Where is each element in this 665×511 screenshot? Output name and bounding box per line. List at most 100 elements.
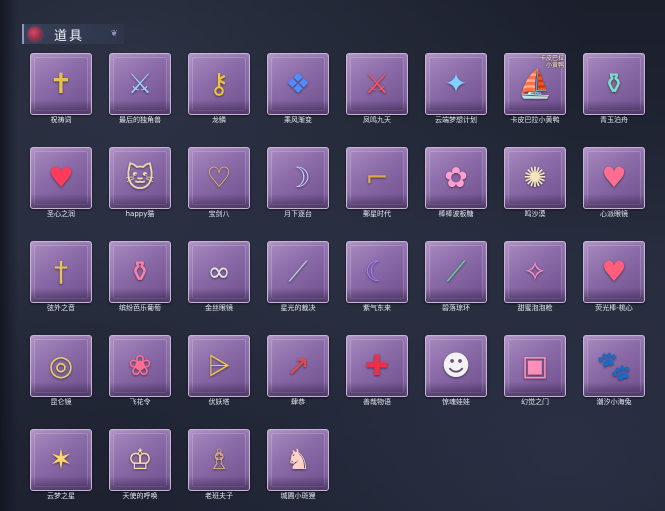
pink-candy-wand-icon: ✿ [444, 161, 468, 194]
item-slot[interactable]: ✿ 棒棒波板糖 [425, 147, 487, 219]
item-slot[interactable]: ⩥ 伏妖塔 [188, 335, 250, 407]
golden-heart-frame-icon: ♡ [206, 161, 232, 194]
item-slot[interactable]: ⚱ 青玉泊舟 [583, 53, 645, 125]
item-card[interactable]: 🐾 [583, 335, 645, 397]
item-card[interactable]: ♥ [583, 241, 645, 303]
item-slot[interactable]: ↗ 肆恭 [267, 335, 329, 407]
item-label: 宝剑八 [208, 210, 230, 218]
item-slot[interactable]: ⚱ 缤纷芭乐葡萄 [109, 241, 171, 313]
item-card[interactable]: ♥ [30, 147, 92, 209]
ruby-heart-scepter-icon: ♥ [48, 161, 74, 194]
blue-winged-relic-icon: ❖ [285, 67, 311, 100]
item-card[interactable]: ✶ [30, 429, 92, 491]
item-label: 紫气东来 [363, 304, 391, 312]
item-card[interactable]: ☽ [267, 147, 329, 209]
item-slot[interactable]: ❀ 飞花令 [109, 335, 171, 407]
jade-staff-icon: ⟋ [446, 255, 466, 288]
item-card[interactable]: ♡ [188, 147, 250, 209]
item-card[interactable]: ⚱ [109, 241, 171, 303]
item-label: 善哉物语 [363, 398, 391, 406]
item-slot[interactable]: ▣ 幻觉之门 [504, 335, 566, 407]
item-slot[interactable]: 🐾 潮汐小海兔 [583, 335, 645, 407]
item-slot[interactable]: ✚ 善哉物语 [346, 335, 408, 407]
item-slot[interactable]: ⚷ 龙鳞 [188, 53, 250, 125]
item-card[interactable]: ✦ [425, 53, 487, 115]
item-label: 乘风渐变 [284, 116, 312, 124]
item-card[interactable]: ♗ [188, 429, 250, 491]
item-slot[interactable]: ♥ 圣心之润 [30, 147, 92, 219]
item-slot[interactable]: ♗ 老班夫子 [188, 429, 250, 501]
item-card[interactable]: ❖ [267, 53, 329, 115]
item-card[interactable]: ✿ [425, 147, 487, 209]
item-slot[interactable]: ♞ 城圃小斑狸 [267, 429, 329, 501]
item-card[interactable]: ☻ [425, 335, 487, 397]
item-slot[interactable]: ✦ 云端梦想计划 [425, 53, 487, 125]
item-card[interactable]: ☾ [346, 241, 408, 303]
gold-rim-glasses-icon: ∞ [207, 255, 231, 288]
cat-figurine-icon: 🐱 [125, 161, 155, 194]
item-slot[interactable]: ✺ 鸣沙漠 [504, 147, 566, 219]
item-slot[interactable]: ⚔ 最后的独角兽 [109, 53, 171, 125]
item-card[interactable]: ✧ [504, 241, 566, 303]
item-slot[interactable]: ☻ 惊魂娃娃 [425, 335, 487, 407]
item-card[interactable]: ◎ [30, 335, 92, 397]
item-slot[interactable]: ❖ 乘风渐变 [267, 53, 329, 125]
item-slot[interactable]: ⟋ 星光的裁决 [267, 241, 329, 313]
item-card[interactable]: ⚔ [109, 53, 171, 115]
item-slot[interactable]: ⌐ 郵星时代 [346, 147, 408, 219]
moon-mirror-icon: ☽ [285, 161, 311, 194]
item-slot[interactable]: ♥ 心派眼镜 [583, 147, 645, 219]
item-label: 幻觉之门 [521, 398, 549, 406]
item-slot[interactable]: 🐱 happy猫 [109, 147, 171, 219]
item-label: 昆仑镜 [50, 398, 72, 406]
item-card[interactable]: ♞ [267, 429, 329, 491]
item-slot[interactable]: ⛵ 卡皮巴拉 小黄鸭 卡皮巴拉小黄鸭 [504, 53, 566, 125]
item-card[interactable]: ⛵ 卡皮巴拉 小黄鸭 [504, 53, 566, 115]
jade-bottle-icon: ⚱ [602, 67, 626, 100]
item-card[interactable]: ⚔ [346, 53, 408, 115]
red-medical-case-icon: ✚ [365, 349, 389, 382]
item-card[interactable]: ∞ [188, 241, 250, 303]
item-card[interactable]: ⚷ [188, 53, 250, 115]
item-label: 郵星时代 [363, 210, 391, 218]
item-card[interactable]: ⟋ [425, 241, 487, 303]
item-label: 云端梦想计划 [435, 116, 477, 124]
item-card[interactable]: † [30, 241, 92, 303]
item-card[interactable]: ♔ [109, 429, 171, 491]
angel-cherub-icon: ♔ [127, 443, 153, 476]
item-card[interactable]: ♥ [583, 147, 645, 209]
item-slot[interactable]: ∞ 金丝眼镜 [188, 241, 250, 313]
item-label: 龙鳞 [212, 116, 226, 124]
item-slot[interactable]: ✝ 祝祷词 [30, 53, 92, 125]
item-slot[interactable]: ✶ 云梦之星 [30, 429, 92, 501]
item-card[interactable]: ⩥ [188, 335, 250, 397]
item-card[interactable]: 🐱 [109, 147, 171, 209]
item-card[interactable]: ↗ [267, 335, 329, 397]
item-slot[interactable]: ◎ 昆仑镜 [30, 335, 92, 407]
item-slot[interactable]: ⟋ 碧落琼环 [425, 241, 487, 313]
item-label: 星光的裁决 [280, 304, 316, 312]
item-card[interactable]: ▣ [504, 335, 566, 397]
item-slot[interactable]: ♡ 宝剑八 [188, 147, 250, 219]
item-card[interactable]: ✺ [504, 147, 566, 209]
item-label: 荧光棒-桃心 [595, 304, 633, 312]
item-slot[interactable]: ♥ 荧光棒-桃心 [583, 241, 645, 313]
item-label: 甜蜜泡泡枪 [517, 304, 553, 312]
item-slot[interactable]: ♔ 天使的呼唤 [109, 429, 171, 501]
item-slot[interactable]: ✧ 甜蜜泡泡枪 [504, 241, 566, 313]
item-label: 弦外之音 [47, 304, 75, 312]
item-card[interactable]: ❀ [109, 335, 171, 397]
item-slot[interactable]: ⚔ 凤鸣九天 [346, 53, 408, 125]
item-slot[interactable]: † 弦外之音 [30, 241, 92, 313]
pink-portal-card-icon: ▣ [521, 349, 549, 382]
item-badge: 卡皮巴拉 小黄鸭 [539, 55, 564, 69]
fox-spirit-doll-icon: ♞ [285, 443, 311, 476]
item-card[interactable]: ⟋ [267, 241, 329, 303]
item-card[interactable]: ✚ [346, 335, 408, 397]
item-card[interactable]: ⚱ [583, 53, 645, 115]
pink-drink-bottle-icon: ⚱ [128, 255, 152, 288]
item-card[interactable]: ⌐ [346, 147, 408, 209]
item-slot[interactable]: ☽ 月下逐台 [267, 147, 329, 219]
item-card[interactable]: ✝ [30, 53, 92, 115]
item-slot[interactable]: ☾ 紫气东来 [346, 241, 408, 313]
